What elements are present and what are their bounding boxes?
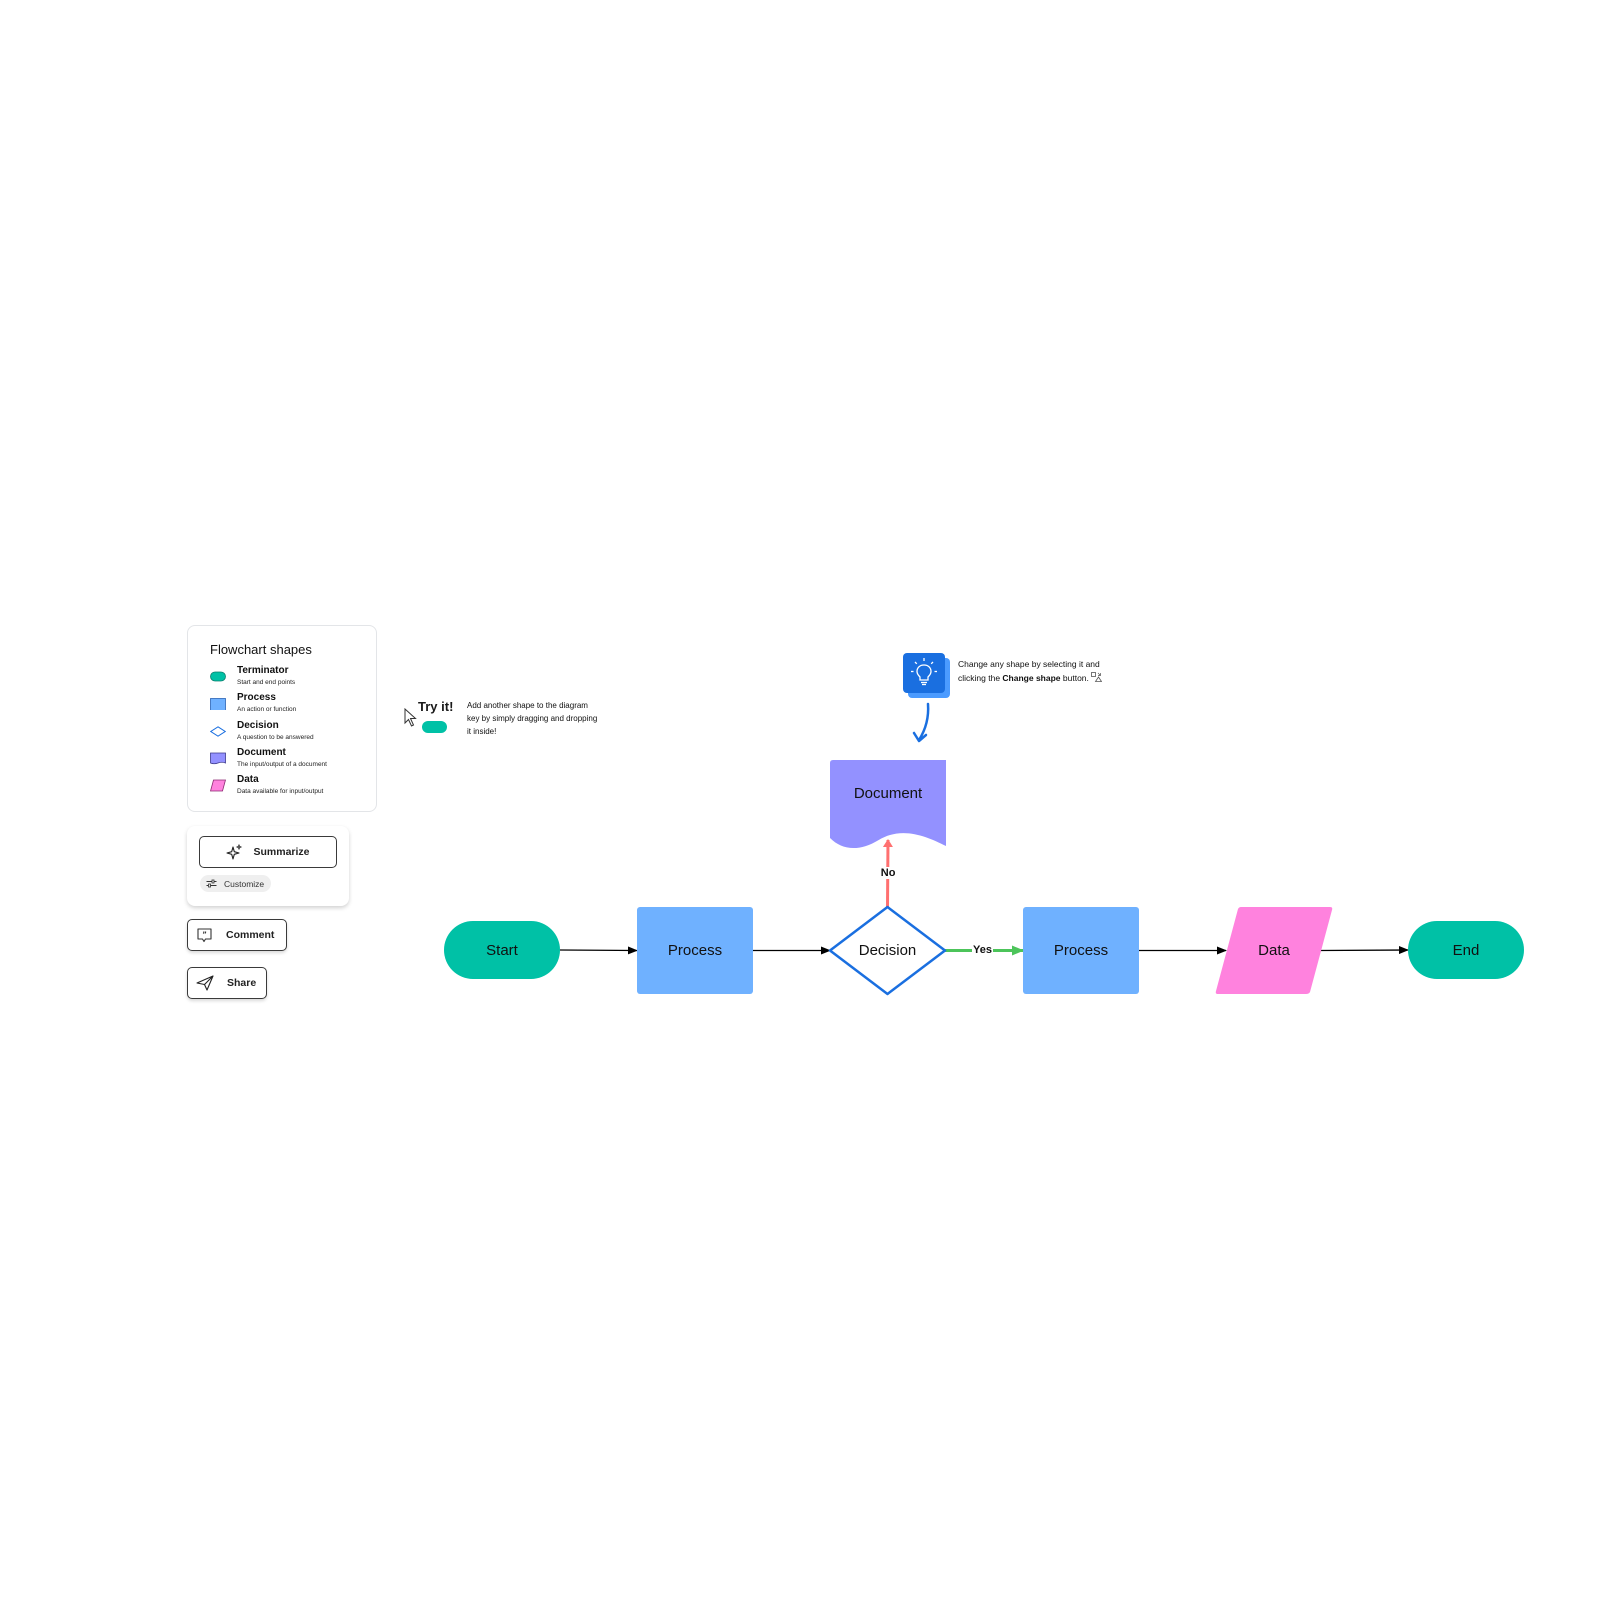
flow-edge-label: No — [879, 866, 897, 879]
flow-edge-label: Yes — [972, 943, 993, 956]
flow-node-process2[interactable] — [1023, 907, 1139, 994]
flow-node-start[interactable] — [444, 921, 560, 979]
flow-edge-start-to-process1[interactable] — [559, 946, 638, 955]
flowchart-canvas — [444, 702, 1524, 996]
flow-node-document[interactable] — [830, 760, 946, 849]
flow-edge-data-to-end[interactable] — [1319, 946, 1409, 955]
flow-node-process1[interactable] — [637, 907, 753, 994]
flow-node-data[interactable] — [1215, 907, 1333, 994]
flow-node-decision[interactable] — [828, 905, 947, 996]
flow-node-end[interactable] — [1408, 921, 1524, 979]
